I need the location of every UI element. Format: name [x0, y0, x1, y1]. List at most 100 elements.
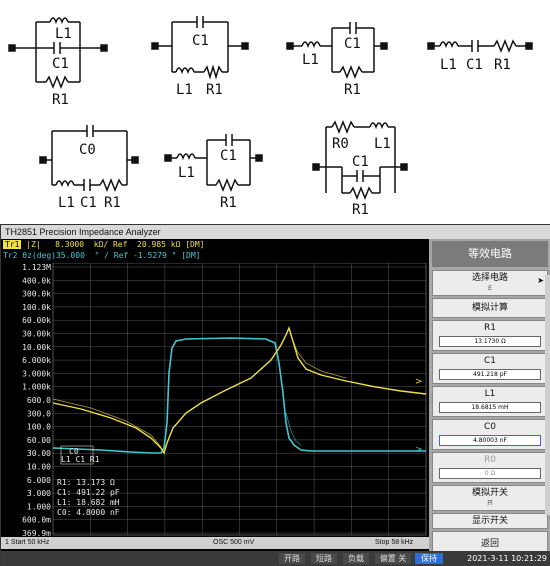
y-tick-label: 6.000 — [27, 476, 51, 485]
softkey-scrollbar[interactable] — [545, 275, 550, 515]
c3-l1-label: L1 — [302, 52, 319, 68]
c5-l1-label: L1 — [58, 195, 75, 211]
simulate-label: 模拟计算 — [471, 303, 508, 313]
plot-area[interactable]: Tr1 |Z| 8.3000 kΩ/ Ref 20.985 kΩ [DM] Tr… — [1, 239, 429, 551]
y-tick-label: 300.0 — [27, 409, 51, 418]
r1-value[interactable]: 13.1730 Ω — [439, 336, 541, 347]
r1-field[interactable]: R1 13.1730 Ω — [432, 320, 548, 351]
c7-l1-label: L1 — [374, 136, 391, 152]
c0-field[interactable]: C0 4.80003 nF — [432, 419, 548, 450]
open-cal-button[interactable]: 开路 — [279, 553, 305, 564]
y-axis-ticks: 1.123M 400.0k 300.0k 100.0k 60.00k 30.00k 10.0… — [22, 263, 51, 538]
window-title: TH2851 Precision Impedance Analyzer — [1, 225, 550, 239]
y-tick-label: 10.00k — [22, 343, 51, 352]
y-tick-label: 10.00 — [27, 463, 51, 472]
select-circuit-label: 选择电路 — [471, 273, 508, 283]
r0-value: 0 Ω — [439, 468, 541, 479]
y-tick-label: 100.0 — [27, 423, 51, 432]
y-tick-label: 3.000k — [22, 369, 51, 378]
mini-row-label: L1 C1 R1 — [61, 455, 100, 464]
r0-label: R0 — [484, 455, 496, 465]
bias-button[interactable]: 偏置 关 — [375, 553, 411, 564]
circuit-3 — [286, 22, 388, 80]
y-tick-label: 1.000k — [22, 383, 51, 392]
c2-c1-label: C1 — [192, 33, 209, 49]
simulate-button[interactable]: 模拟计算 — [432, 298, 548, 318]
sim-switch-label: 模拟开关 — [471, 488, 508, 498]
readout-c0: C0: 4.8000 nF — [57, 508, 120, 517]
y-tick-label: 300.0k — [22, 290, 51, 299]
c6-l1-label: L1 — [178, 165, 195, 181]
display-switch-button[interactable]: 显示开关 — [432, 513, 548, 529]
trace1-line[interactable]: Tr1 |Z| 8.3000 kΩ/ Ref 20.985 kΩ [DM] — [1, 239, 429, 250]
readout-c1: C1: 491.22 pF — [57, 488, 120, 497]
y-tick-label: 6.000k — [22, 356, 51, 365]
r0-field: R0 0 Ω — [432, 452, 548, 483]
c2-l1-label: L1 — [176, 82, 193, 98]
y-tick-label: 30.00k — [22, 330, 51, 339]
y-tick-label: 30.00 — [27, 449, 51, 458]
osc-level: OSC 500 mV — [213, 539, 255, 546]
c6-r1-label: R1 — [220, 195, 237, 211]
y-tick-label: 1.123M — [22, 263, 51, 272]
trace1-tag[interactable]: Tr1 — [3, 240, 22, 249]
circuit-5 — [39, 125, 139, 193]
y-tick-label: 60.00 — [27, 436, 51, 445]
c2-r1-label: R1 — [206, 82, 223, 98]
load-cal-button[interactable]: 负载 — [343, 553, 369, 564]
c4-c1-label: C1 — [466, 57, 483, 73]
c4-r1-label: R1 — [494, 57, 511, 73]
trace1-scale: |Z| 8.3000 kΩ/ Ref 20.985 kΩ [DM] — [21, 240, 205, 249]
submenu-arrow-icon: ➤ — [537, 276, 544, 285]
y-tick-label: 3.000 — [27, 489, 51, 498]
sim-switch-button[interactable]: 模拟开关 开 — [432, 485, 548, 511]
impedance-plot[interactable]: 1.123M 400.0k 300.0k 100.0k 60.00k 30.00k 10.0… — [1, 263, 429, 551]
c1-label: C1 — [483, 356, 496, 366]
softkey-panel: 等效电路 选择电路 E ➤ 模拟计算 R1 13.1730 Ω C1 491.2… — [429, 239, 550, 557]
r1-label: R1 — [484, 323, 496, 333]
trace2-ref-marker: > — [415, 445, 423, 455]
softkey-menu-title: 等效电路 — [432, 241, 548, 267]
y-tick-label: 60.00k — [22, 316, 51, 325]
c6-c1-label: C1 — [220, 148, 237, 164]
l1-value[interactable]: 18.6815 mH — [439, 402, 541, 413]
sweep-start: 1 Start 50 kHz — [5, 539, 50, 546]
hold-button[interactable]: 保持 — [415, 553, 443, 564]
l1-label: L1 — [484, 389, 496, 399]
c3-r1-label: R1 — [344, 82, 361, 98]
c0-value[interactable]: 4.80003 nF — [439, 435, 541, 446]
y-tick-label: 100.0k — [22, 303, 51, 312]
c1-value[interactable]: 491.218 pF — [439, 369, 541, 380]
c3-c1-label: C1 — [344, 36, 361, 52]
c5-r1-label: R1 — [104, 195, 121, 211]
trace2-line[interactable]: Tr2 θz(deg)35.000 ° / Ref -1.5279 ° [DM] — [1, 250, 429, 261]
sweep-status-bar: 1 Start 50 kHz OSC 500 mV Stop 58 kHz — [1, 537, 429, 549]
c7-c1-label: C1 — [352, 154, 369, 170]
y-tick-label: 600.0 — [27, 396, 51, 405]
c1-field[interactable]: C1 491.218 pF — [432, 353, 548, 384]
bottom-bar: 开路 短路 负载 偏置 关 保持 2021-3-11 10:21:29 — [1, 551, 550, 566]
c5-c1-label: C1 — [80, 195, 97, 211]
sweep-stop: Stop 58 kHz — [375, 539, 414, 546]
c1-l1-label: L1 — [55, 26, 72, 42]
trace2-tag[interactable]: Tr2 — [3, 251, 17, 260]
equivalent-circuit-diagrams: L1 C1 R1 C1 L1 R1 L1 C1 R1 L1 C1 R1 C0 L… — [8, 16, 533, 218]
readout-l1: L1: 18.682 mH — [57, 498, 120, 507]
c7-r1-label: R1 — [352, 202, 369, 218]
short-cal-button[interactable]: 短路 — [311, 553, 337, 564]
select-circuit-button[interactable]: 选择电路 E ➤ — [432, 270, 548, 296]
sim-switch-value: 开 — [486, 500, 493, 507]
c1-c1-label: C1 — [52, 56, 69, 72]
y-tick-label: 400.0k — [22, 276, 51, 285]
c0-label: C0 — [483, 422, 496, 432]
c7-r0-label: R0 — [332, 136, 349, 152]
trace2-scale: θz(deg)35.000 ° / Ref -1.5279 ° [DM] — [17, 251, 201, 260]
c5-c0-label: C0 — [79, 142, 96, 158]
circuit-4 — [427, 38, 533, 54]
readout-r1: R1: 13.173 Ω — [57, 478, 115, 487]
circuit-6 — [164, 134, 263, 193]
l1-field[interactable]: L1 18.6815 mH — [432, 386, 548, 417]
trace-header: Tr1 |Z| 8.3000 kΩ/ Ref 20.985 kΩ [DM] Tr… — [1, 239, 429, 263]
c1-r1-label: R1 — [52, 92, 69, 108]
select-circuit-value: E — [488, 285, 492, 292]
